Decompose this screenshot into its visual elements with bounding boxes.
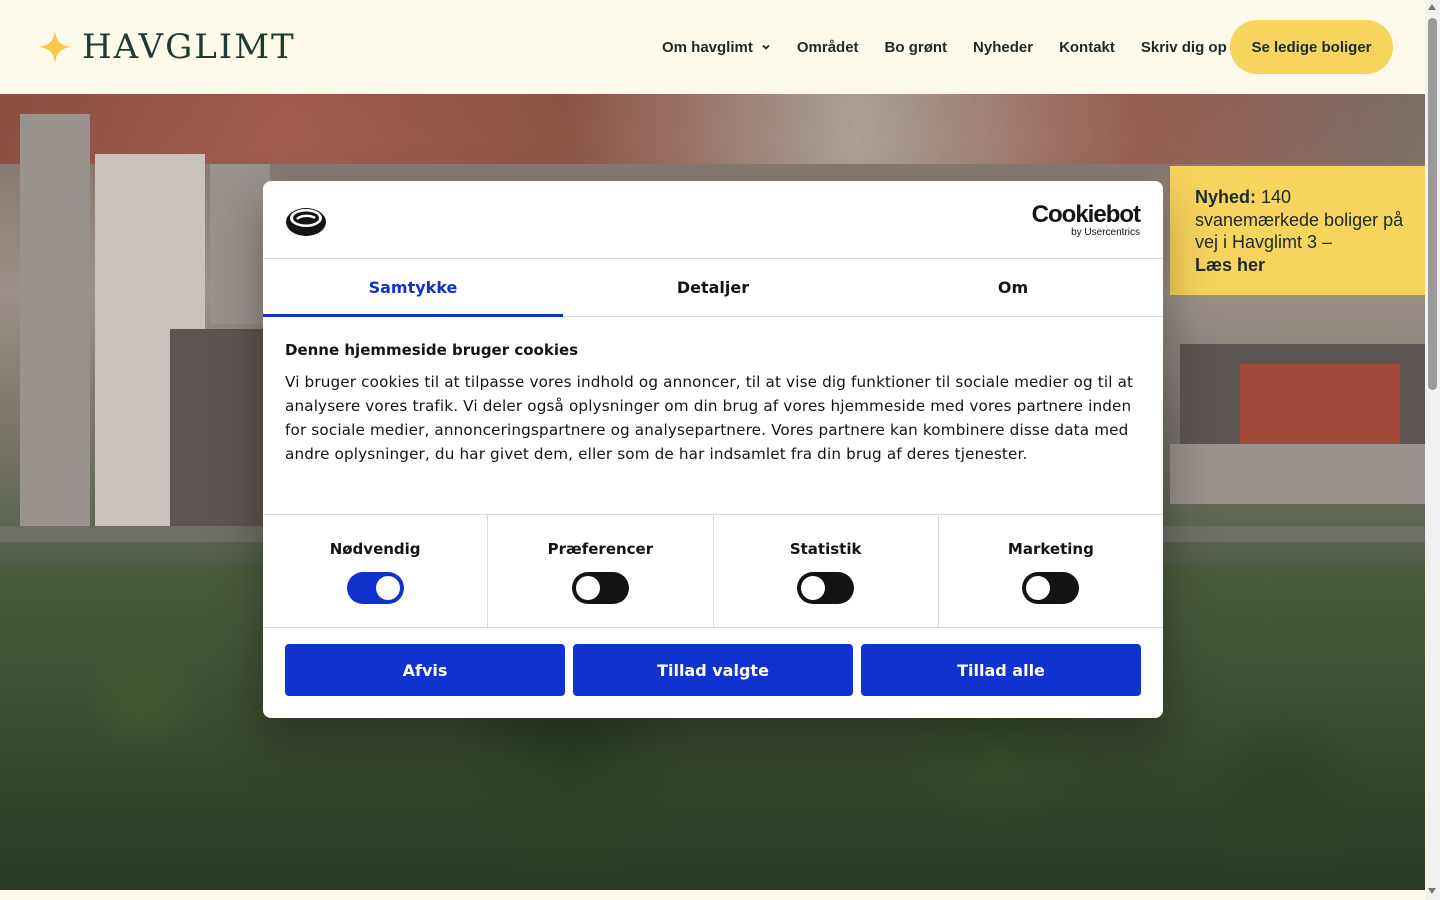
nav-item-omraadet[interactable]: Området bbox=[797, 39, 859, 56]
nav-item-kontakt[interactable]: Kontakt bbox=[1059, 39, 1115, 56]
toggle-knob bbox=[801, 576, 826, 600]
consent-label: Nødvendig bbox=[329, 540, 421, 558]
star-icon bbox=[37, 29, 73, 65]
news-prefix: Nyhed: bbox=[1195, 187, 1257, 207]
deny-button[interactable]: Afvis bbox=[285, 644, 565, 696]
necessary-toggle[interactable] bbox=[346, 572, 404, 604]
consent-preferences: Præferencer bbox=[488, 515, 714, 627]
consent-label: Marketing bbox=[1007, 540, 1094, 558]
tab-om[interactable]: Om bbox=[863, 259, 1163, 316]
consent-categories: Nødvendig Præferencer Statistik Marketin… bbox=[263, 514, 1163, 628]
nav-item-skriv-dig-op[interactable]: Skriv dig op bbox=[1141, 39, 1227, 56]
hero-building bbox=[1170, 444, 1425, 504]
dialog-buttons: Afvis Tillad valgte Tillad alle bbox=[263, 628, 1163, 696]
toggle-knob bbox=[375, 576, 400, 600]
hero-building bbox=[170, 329, 265, 534]
consent-label: Statistik bbox=[789, 540, 862, 558]
nav-label: Om havglimt bbox=[662, 38, 753, 56]
hero-building bbox=[210, 164, 270, 324]
chevron-down-icon bbox=[762, 44, 770, 50]
news-link[interactable]: Læs her bbox=[1195, 255, 1265, 275]
cookie-consent-dialog: Cookiebot by Usercentrics Samtykke Detal… bbox=[263, 181, 1163, 718]
cookiebot-name: Cookiebot bbox=[1031, 201, 1141, 228]
consent-marketing: Marketing bbox=[939, 515, 1163, 627]
hero-building bbox=[20, 114, 90, 534]
statistics-toggle[interactable] bbox=[797, 572, 855, 604]
hero-building bbox=[1240, 364, 1400, 444]
preferences-toggle[interactable] bbox=[571, 572, 629, 604]
site-logo[interactable]: HAVGLIMT bbox=[36, 28, 296, 66]
page-scrollbar[interactable] bbox=[1425, 0, 1440, 900]
allow-all-button[interactable]: Tillad alle bbox=[861, 644, 1141, 696]
hero-roofs bbox=[0, 94, 1425, 164]
consent-statistics: Statistik bbox=[714, 515, 939, 627]
dialog-title: Denne hjemmeside bruger cookies bbox=[285, 341, 579, 359]
consent-necessary: Nødvendig bbox=[263, 515, 489, 627]
toggle-knob bbox=[1026, 576, 1051, 600]
main-nav: Om havglimt Området Bo grønt Nyheder Kon… bbox=[662, 0, 1253, 94]
dialog-header: Cookiebot by Usercentrics bbox=[263, 181, 1163, 259]
dialog-tabs: Samtykke Detaljer Om bbox=[263, 259, 1163, 317]
nav-item-nyheder[interactable]: Nyheder bbox=[973, 39, 1033, 56]
scrollbar-thumb[interactable] bbox=[1428, 18, 1437, 390]
available-homes-button[interactable]: Se ledige boliger bbox=[1230, 20, 1393, 74]
scroll-up-arrow-icon[interactable] bbox=[1428, 4, 1436, 10]
nav-item-om-havglimt[interactable]: Om havglimt bbox=[662, 39, 771, 56]
tab-samtykke[interactable]: Samtykke bbox=[263, 259, 563, 317]
nav-item-bo-groent[interactable]: Bo grønt bbox=[885, 39, 947, 56]
page-bottom-strip bbox=[0, 890, 1425, 900]
logo-text: HAVGLIMT bbox=[82, 27, 296, 67]
cookiebot-logo: Cookiebot by Usercentrics bbox=[1031, 201, 1141, 239]
tab-detaljer[interactable]: Detaljer bbox=[563, 259, 863, 316]
consent-label: Præferencer bbox=[547, 540, 654, 558]
allow-selected-button[interactable]: Tillad valgte bbox=[573, 644, 853, 696]
dialog-body: Denne hjemmeside bruger cookies Vi bruge… bbox=[263, 317, 1163, 514]
cookiebot-by: by Usercentrics bbox=[1071, 227, 1140, 238]
dialog-text: Vi bruger cookies til at tilpasse vores … bbox=[285, 373, 1134, 463]
site-favicon-icon bbox=[286, 208, 326, 236]
news-banner[interactable]: Nyhed: 140 svanemærkede boliger på vej i… bbox=[1170, 166, 1425, 295]
toggle-knob bbox=[575, 576, 600, 600]
marketing-toggle[interactable] bbox=[1022, 572, 1080, 604]
scroll-down-arrow-icon[interactable] bbox=[1428, 888, 1436, 894]
site-header: HAVGLIMT Om havglimt Området Bo grønt Ny… bbox=[0, 0, 1425, 94]
